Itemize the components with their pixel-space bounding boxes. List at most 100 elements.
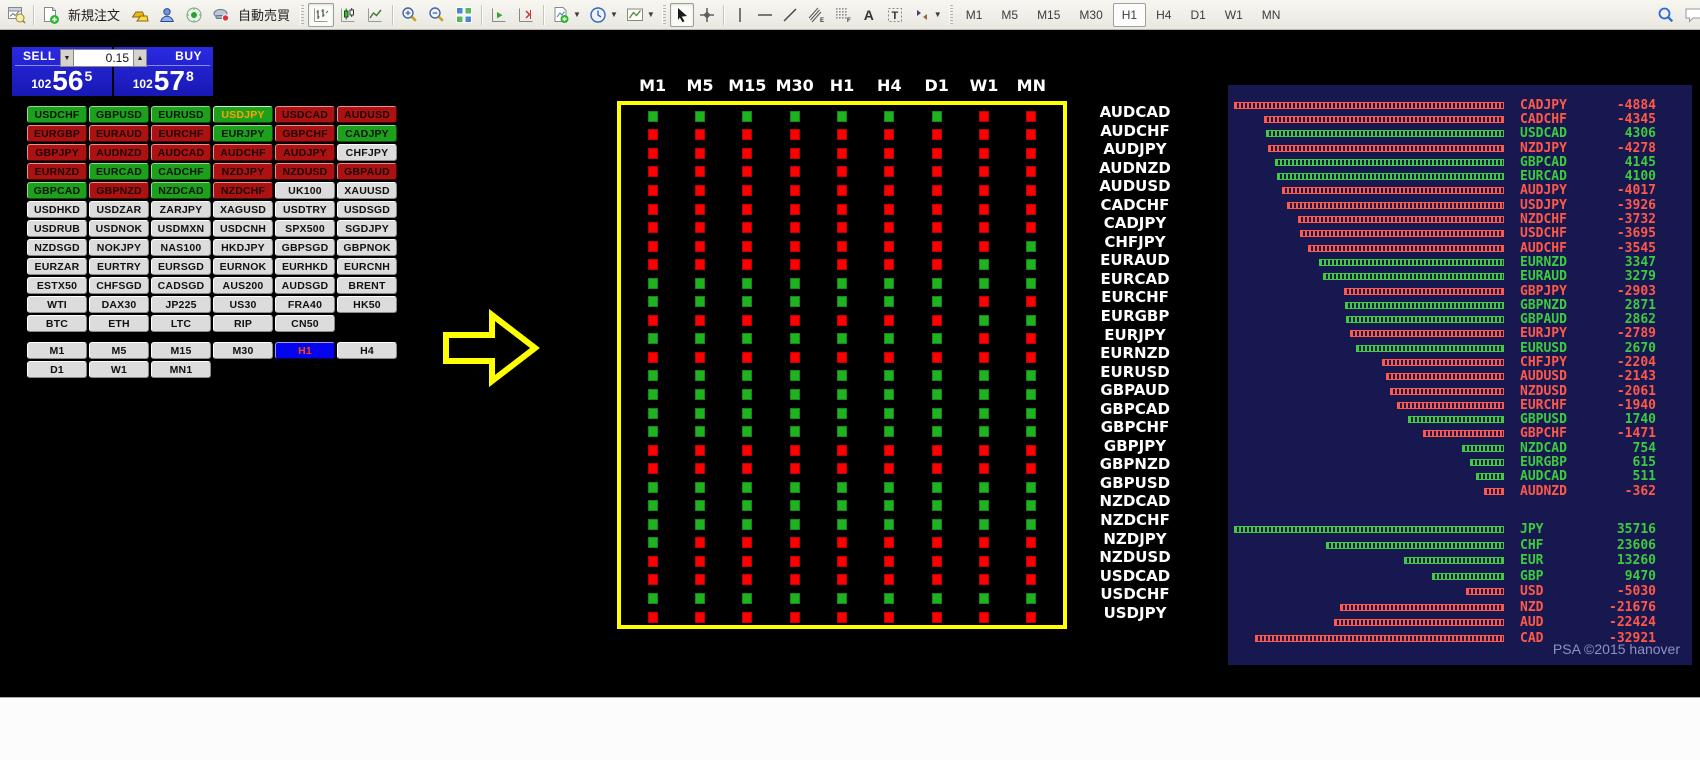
symbol-button-gbpusd[interactable]: GBPUSD [89,106,149,123]
symbol-button-audusd[interactable]: AUDUSD [337,106,397,123]
bar-chart-icon[interactable] [308,3,334,27]
symbol-button-usdjpy[interactable]: USDJPY [213,106,273,123]
symbol-button-jp225[interactable]: JP225 [151,296,211,313]
toolbar-timeframe-m30[interactable]: M30 [1070,3,1111,27]
symbol-button-nzdchf[interactable]: NZDCHF [213,182,273,199]
symbol-button-estx50[interactable]: ESTX50 [27,277,87,294]
lot-increase-button[interactable]: ▲ [133,49,147,67]
symbol-button-audcad[interactable]: AUDCAD [151,144,211,161]
market-watch-icon[interactable] [181,3,207,27]
symbol-button-usdrub[interactable]: USDRUB [27,220,87,237]
symbol-button-cn50[interactable]: CN50 [275,315,335,332]
symbol-button-nzdsgd[interactable]: NZDSGD [27,239,87,256]
symbol-button-eth[interactable]: ETH [89,315,149,332]
symbol-button-usdcnh[interactable]: USDCNH [213,220,273,237]
symbol-button-usdsgd[interactable]: USDSGD [337,201,397,218]
symbol-button-eurcnh[interactable]: EURCNH [337,258,397,275]
zoom-in-icon[interactable] [397,3,423,27]
buy-button[interactable]: BUY [175,49,202,63]
grid-timeframe-button-h1[interactable]: H1 [275,342,335,359]
arrows-tool-icon[interactable]: ▼ [909,3,945,27]
symbol-button-eurusd[interactable]: EURUSD [151,106,211,123]
symbol-button-xagusd[interactable]: XAGUSD [213,201,273,218]
grid-timeframe-button-d1[interactable]: D1 [27,361,87,378]
symbol-button-euraud[interactable]: EURAUD [89,125,149,142]
symbol-button-nzdusd[interactable]: NZDUSD [275,163,335,180]
grid-timeframe-button-mn1[interactable]: MN1 [151,361,211,378]
new-order-label[interactable]: 新規注文 [68,5,120,24]
symbol-button-usdtry[interactable]: USDTRY [275,201,335,218]
tile-windows-icon[interactable] [451,3,477,27]
symbol-button-gbpcad[interactable]: GBPCAD [27,182,87,199]
symbol-button-gbpaud[interactable]: GBPAUD [337,163,397,180]
chart-shift-icon[interactable] [513,3,539,27]
equidistant-channel-icon[interactable]: E [803,3,829,27]
grid-timeframe-button-m15[interactable]: M15 [151,342,211,359]
chat-icon[interactable] [1680,3,1700,27]
search-icon[interactable] [1653,3,1679,27]
toolbar-timeframe-m15[interactable]: M15 [1028,3,1069,27]
symbol-button-usdzar[interactable]: USDZAR [89,201,149,218]
auto-scroll-icon[interactable] [486,3,512,27]
symbol-button-eurchf[interactable]: EURCHF [151,125,211,142]
symbol-button-dax30[interactable]: DAX30 [89,296,149,313]
symbol-button-hk50[interactable]: HK50 [337,296,397,313]
auto-trading-icon[interactable] [208,3,234,27]
symbol-button-eurcad[interactable]: EURCAD [89,163,149,180]
auto-trading-label[interactable]: 自動売買 [238,5,290,24]
new-chart-icon[interactable] [4,3,29,27]
toolbar-timeframe-mn[interactable]: MN [1253,3,1290,27]
toolbar-timeframe-m1[interactable]: M1 [957,3,992,27]
text-label-icon[interactable]: T [882,3,908,27]
symbol-button-spx500[interactable]: SPX500 [275,220,335,237]
symbol-button-gbpnok[interactable]: GBPNOK [337,239,397,256]
trendline-icon[interactable] [778,3,802,27]
candlestick-chart-icon[interactable] [335,3,361,27]
symbol-button-audchf[interactable]: AUDCHF [213,144,273,161]
symbol-button-nzdjpy[interactable]: NZDJPY [213,163,273,180]
grid-timeframe-button-w1[interactable]: W1 [89,361,149,378]
symbol-button-gbpnzd[interactable]: GBPNZD [89,182,149,199]
symbol-button-nzdcad[interactable]: NZDCAD [151,182,211,199]
symbol-button-eurgbp[interactable]: EURGBP [27,125,87,142]
symbol-button-chfsgd[interactable]: CHFSGD [89,277,149,294]
toolbar-timeframe-m5[interactable]: M5 [992,3,1027,27]
symbol-button-hkdjpy[interactable]: HKDJPY [213,239,273,256]
toolbar-timeframe-w1[interactable]: W1 [1216,3,1252,27]
horizontal-line-icon[interactable] [753,3,777,27]
symbol-button-wti[interactable]: WTI [27,296,87,313]
symbol-button-chfjpy[interactable]: CHFJPY [337,144,397,161]
symbol-button-eurzar[interactable]: EURZAR [27,258,87,275]
symbol-button-eurhkd[interactable]: EURHKD [275,258,335,275]
symbol-button-xauusd[interactable]: XAUUSD [337,182,397,199]
symbol-button-audjpy[interactable]: AUDJPY [275,144,335,161]
symbol-button-audnzd[interactable]: AUDNZD [89,144,149,161]
symbol-button-fra40[interactable]: FRA40 [275,296,335,313]
symbol-button-eurjpy[interactable]: EURJPY [213,125,273,142]
symbol-button-audsgd[interactable]: AUDSGD [275,277,335,294]
symbol-button-nokjpy[interactable]: NOKJPY [89,239,149,256]
symbol-button-usdchf[interactable]: USDCHF [27,106,87,123]
symbol-button-zarjpy[interactable]: ZARJPY [151,201,211,218]
new-order-icon[interactable] [38,3,64,27]
symbol-button-btc[interactable]: BTC [27,315,87,332]
symbol-button-usdnok[interactable]: USDNOK [89,220,149,237]
symbol-button-brent[interactable]: BRENT [337,277,397,294]
grid-timeframe-button-m30[interactable]: M30 [213,342,273,359]
symbol-button-gbpsgd[interactable]: GBPSGD [275,239,335,256]
symbol-button-gbpjpy[interactable]: GBPJPY [27,144,87,161]
symbol-button-sgdjpy[interactable]: SGDJPY [337,220,397,237]
symbol-button-cadchf[interactable]: CADCHF [151,163,211,180]
symbol-button-uk100[interactable]: UK100 [275,182,335,199]
template-icon[interactable]: ▼ [622,3,658,27]
cursor-icon[interactable] [670,3,694,27]
text-tool-icon[interactable]: A [857,3,881,27]
toolbar-timeframe-h4[interactable]: H4 [1147,3,1180,27]
accounts-icon[interactable] [154,3,180,27]
add-indicator-icon[interactable]: ▼ [548,3,584,27]
gold-icon[interactable] [127,3,153,27]
toolbar-timeframe-d1[interactable]: D1 [1181,3,1214,27]
symbol-button-usdhkd[interactable]: USDHKD [27,201,87,218]
symbol-button-usdmxn[interactable]: USDMXN [151,220,211,237]
grid-timeframe-button-m1[interactable]: M1 [27,342,87,359]
